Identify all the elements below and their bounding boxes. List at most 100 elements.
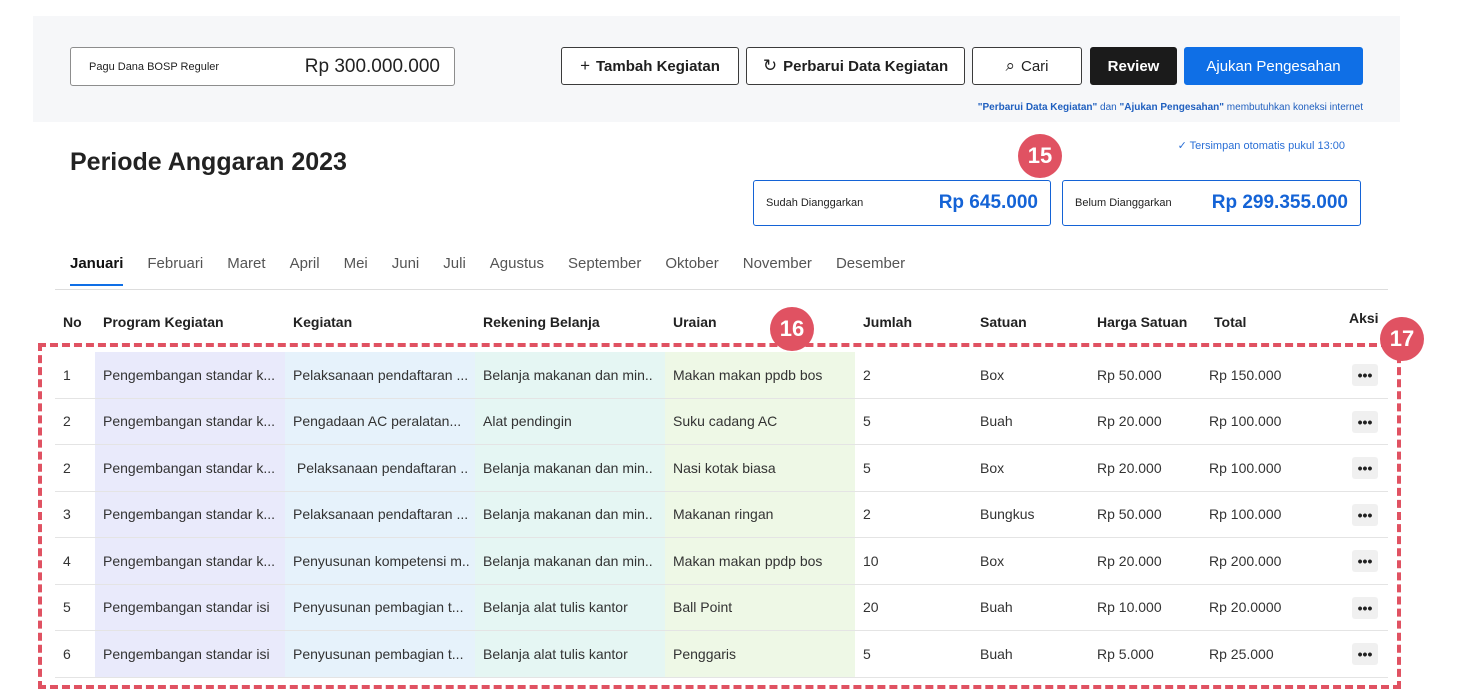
cell-no: 2	[63, 459, 71, 476]
cell-no: 4	[63, 552, 71, 569]
note-text-2: membutuhkan koneksi internet	[1224, 102, 1363, 113]
cell-uraian: Penggaris	[665, 631, 855, 677]
table-row[interactable]: 6 Pengembangan standar isi Penyusunan pe…	[55, 631, 1388, 678]
cell-jumlah: 20	[863, 599, 879, 616]
cell-rekening: Belanja makanan dan min..	[475, 491, 665, 537]
cell-program: Pengembangan standar k...	[95, 398, 285, 444]
review-button[interactable]: Review	[1090, 47, 1177, 85]
callout-marker-15: 15	[1018, 134, 1062, 178]
header-jumlah: Jumlah	[863, 314, 913, 330]
cell-jumlah: 5	[863, 645, 871, 662]
tab-agustus[interactable]: Agustus	[490, 255, 544, 286]
header-harga: Harga Satuan	[1097, 314, 1188, 330]
cell-harga: Rp 50.000	[1097, 366, 1162, 383]
cell-satuan: Box	[980, 552, 1005, 569]
tab-oktober[interactable]: Oktober	[665, 255, 718, 286]
tab-november[interactable]: November	[743, 255, 812, 286]
cell-jumlah: 5	[863, 459, 871, 476]
cell-kegiatan: Penyusunan pembagian t...	[285, 584, 475, 630]
cell-program: Pengembangan standar isi	[95, 631, 285, 677]
table-body: 1 Pengembangan standar k... Pelaksanaan …	[55, 352, 1388, 678]
cari-button[interactable]: ⌕ Cari	[972, 47, 1082, 85]
cell-total: Rp 200.000	[1209, 552, 1282, 569]
tab-januari[interactable]: Januari	[70, 255, 124, 286]
cell-total: Rp 100.000	[1209, 506, 1282, 523]
more-actions-button[interactable]: •••	[1352, 410, 1378, 433]
autosave-status: ✓ Tersimpan otomatis pukul 13:00	[1177, 140, 1345, 152]
cell-satuan: Bungkus	[980, 506, 1035, 523]
cell-jumlah: 5	[863, 413, 871, 430]
cell-kegiatan: Pelaksanaan pendaftaran ...	[285, 491, 475, 537]
cell-uraian: Makan makan ppdp bos	[665, 538, 855, 584]
cell-harga: Rp 10.000	[1097, 599, 1162, 616]
cell-kegiatan: Penyusunan kompetensi m..	[285, 538, 475, 584]
tab-september[interactable]: September	[568, 255, 641, 286]
tab-april[interactable]: April	[290, 255, 320, 286]
cell-uraian: Suku cadang AC	[665, 398, 855, 444]
tab-desember[interactable]: Desember	[836, 255, 905, 286]
ajukan-pengesahan-button[interactable]: Ajukan Pengesahan	[1184, 47, 1363, 85]
table-row[interactable]: 2 Pengembangan standar k... Pengadaan AC…	[55, 398, 1388, 445]
cell-kegiatan: Pelaksanaan pendaftaran ..	[285, 445, 475, 491]
table-header: No Program Kegiatan Kegiatan Rekening Be…	[55, 306, 1388, 336]
search-icon: ⌕	[1005, 56, 1015, 75]
tab-maret[interactable]: Maret	[227, 255, 265, 286]
pagu-label: Pagu Dana BOSP Reguler	[89, 60, 220, 73]
table-row[interactable]: 2 Pengembangan standar k... Pelaksanaan …	[55, 445, 1388, 492]
cell-rekening: Belanja makanan dan min..	[475, 352, 665, 398]
tab-juni[interactable]: Juni	[392, 255, 420, 286]
cell-no: 2	[63, 413, 71, 430]
table-row[interactable]: 5 Pengembangan standar isi Penyusunan pe…	[55, 584, 1388, 631]
cell-jumlah: 2	[863, 506, 871, 523]
cell-program: Pengembangan standar k...	[95, 352, 285, 398]
more-actions-button[interactable]: •••	[1352, 364, 1378, 386]
more-actions-button[interactable]: •••	[1352, 457, 1378, 479]
more-actions-button[interactable]: •••	[1352, 596, 1378, 619]
header-rekening: Rekening Belanja	[483, 314, 600, 330]
more-actions-button[interactable]: •••	[1352, 643, 1378, 665]
ajukan-pengesahan-label: Ajukan Pengesahan	[1206, 57, 1341, 75]
cell-total: Rp 100.000	[1209, 413, 1282, 430]
cell-uraian: Makanan ringan	[665, 491, 855, 537]
cell-harga: Rp 20.000	[1097, 459, 1162, 476]
cell-satuan: Buah	[980, 599, 1013, 616]
cell-rekening: Belanja alat tulis kantor	[475, 631, 665, 677]
cell-rekening: Belanja makanan dan min..	[475, 445, 665, 491]
cell-harga: Rp 20.000	[1097, 552, 1162, 569]
perbarui-data-label: Perbarui Data Kegiatan	[783, 57, 949, 75]
tambah-kegiatan-button[interactable]: + Tambah Kegiatan	[561, 47, 739, 85]
table-row[interactable]: 4 Pengembangan standar k... Penyusunan k…	[55, 538, 1388, 585]
page-title: Periode Anggaran 2023	[70, 148, 347, 176]
tab-mei[interactable]: Mei	[344, 255, 368, 286]
more-actions-button[interactable]: •••	[1352, 550, 1378, 572]
perbarui-data-button[interactable]: ↻ Perbarui Data Kegiatan	[746, 47, 965, 85]
cell-jumlah: 10	[863, 552, 879, 569]
cell-satuan: Box	[980, 459, 1005, 476]
cell-harga: Rp 5.000	[1097, 645, 1154, 662]
cell-rekening: Alat pendingin	[475, 398, 665, 444]
tambah-kegiatan-label: Tambah Kegiatan	[596, 57, 720, 75]
cell-satuan: Buah	[980, 645, 1013, 662]
cell-satuan: Buah	[980, 413, 1013, 430]
note-emphasis-1: "Perbarui Data Kegiatan"	[977, 102, 1098, 113]
cell-jumlah: 2	[863, 366, 871, 383]
sudah-dianggarkan-box: Sudah Dianggarkan Rp 645.000	[753, 180, 1051, 226]
cell-no: 3	[63, 506, 71, 523]
cell-uraian: Makan makan ppdb bos	[665, 352, 855, 398]
header-no: No	[63, 314, 82, 330]
table-row[interactable]: 3 Pengembangan standar k... Pelaksanaan …	[55, 491, 1388, 538]
tab-juli[interactable]: Juli	[443, 255, 466, 286]
cell-uraian: Nasi kotak biasa	[665, 445, 855, 491]
cell-kegiatan: Pengadaan AC peralatan...	[285, 398, 475, 444]
cell-program: Pengembangan standar isi	[95, 584, 285, 630]
tabs-divider	[55, 289, 1388, 290]
table-row[interactable]: 1 Pengembangan standar k... Pelaksanaan …	[55, 352, 1388, 399]
cell-total: Rp 25.000	[1209, 645, 1274, 662]
header-total: Total	[1214, 314, 1247, 330]
note-emphasis-2: "Ajukan Pengesahan"	[1119, 102, 1225, 113]
belum-label: Belum Dianggarkan	[1075, 197, 1172, 209]
tab-februari[interactable]: Februari	[147, 255, 203, 286]
cell-harga: Rp 20.000	[1097, 413, 1162, 430]
more-actions-button[interactable]: •••	[1352, 503, 1378, 526]
month-tabs: Januari Februari Maret April Mei Juni Ju…	[70, 255, 929, 286]
